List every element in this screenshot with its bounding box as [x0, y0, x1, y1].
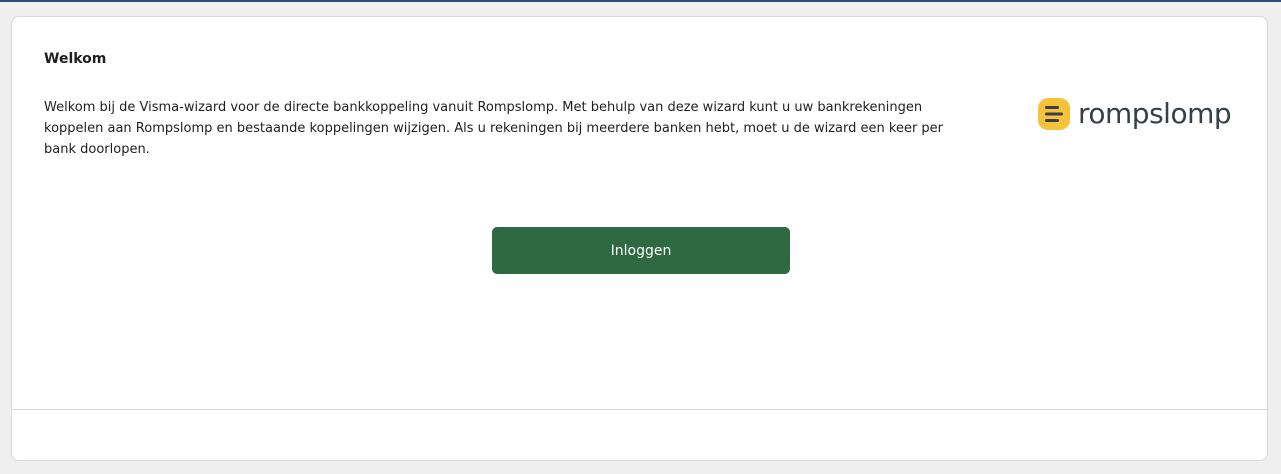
- top-accent-bar: [0, 0, 1281, 2]
- rompslomp-stack-icon: [1038, 98, 1070, 130]
- intro-text: Welkom bij de Visma-wizard voor de direc…: [44, 100, 944, 157]
- login-button[interactable]: Inloggen: [492, 227, 790, 274]
- wizard-card-body: Welkom Welkom bij de Visma-wizard voor d…: [12, 17, 1267, 409]
- wizard-card: Welkom Welkom bij de Visma-wizard voor d…: [11, 16, 1268, 461]
- logo-wordmark: rompslomp: [1078, 97, 1232, 130]
- page-title: Welkom: [44, 51, 107, 67]
- stack-lines-icon: [1045, 106, 1063, 122]
- rompslomp-logo: rompslomp: [1038, 97, 1232, 131]
- wizard-card-footer: [12, 409, 1267, 460]
